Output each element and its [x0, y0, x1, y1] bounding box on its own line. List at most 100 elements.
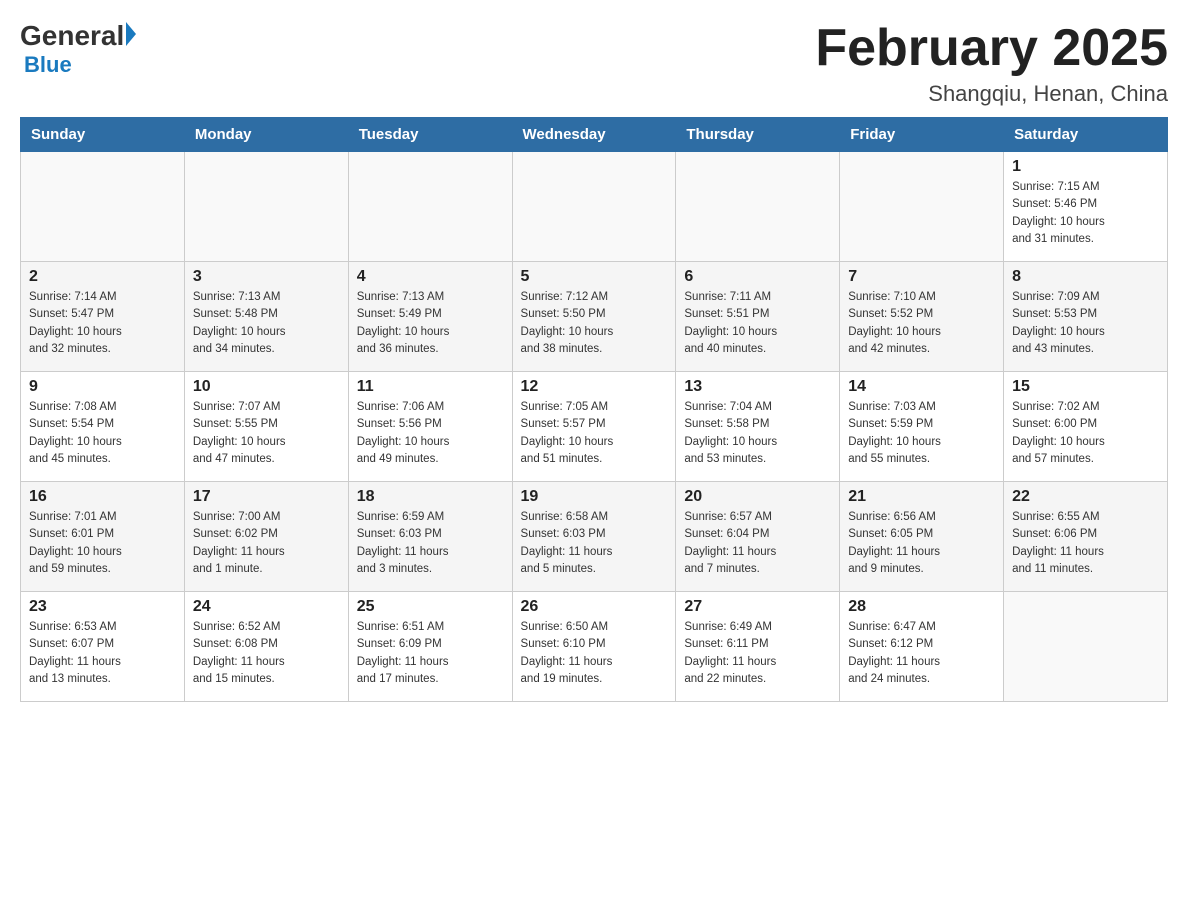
day-info: Sunrise: 7:15 AMSunset: 5:46 PMDaylight:…	[1012, 179, 1159, 248]
weekday-header-sunday: Sunday	[21, 118, 185, 152]
day-number: 26	[521, 598, 668, 616]
day-number: 1	[1012, 158, 1159, 176]
day-info: Sunrise: 7:00 AMSunset: 6:02 PMDaylight:…	[193, 509, 340, 578]
day-info: Sunrise: 7:07 AMSunset: 5:55 PMDaylight:…	[193, 399, 340, 468]
calendar-cell: 20Sunrise: 6:57 AMSunset: 6:04 PMDayligh…	[676, 482, 840, 592]
weekday-header-saturday: Saturday	[1004, 118, 1168, 152]
calendar-cell: 26 Sunrise: 6:50 AMSunset: 6:10 PMDayligh…	[512, 592, 676, 702]
day-number: 13	[684, 378, 831, 396]
calendar-week-row: 23 Sunrise: 6:53 AMSunset: 6:07 PMDayligh…	[21, 592, 1168, 702]
calendar-week-row: 9Sunrise: 7:08 AMSunset: 5:54 PMDaylight…	[21, 372, 1168, 482]
calendar-cell: 3 Sunrise: 7:13 AMSunset: 5:48 PMDaylight…	[184, 262, 348, 372]
day-number: 6	[684, 268, 831, 286]
day-number: 20	[684, 488, 831, 506]
day-number: 25	[357, 598, 504, 616]
calendar-cell	[676, 152, 840, 262]
logo: General Blue	[20, 20, 136, 78]
day-number: 15	[1012, 378, 1159, 396]
day-info: Sunrise: 7:05 AMSunset: 5:57 PMDaylight:…	[521, 399, 668, 468]
day-info: Sunrise: 7:06 AMSunset: 5:56 PMDaylight:…	[357, 399, 504, 468]
day-info: Sunrise: 7:13 AMSunset: 5:49 PMDaylight:…	[357, 289, 504, 358]
calendar-cell: 21 Sunrise: 6:56 AMSunset: 6:05 PMDayligh…	[840, 482, 1004, 592]
calendar-cell: 18 Sunrise: 6:59 AMSunset: 6:03 PMDayligh…	[348, 482, 512, 592]
logo-blue-word: Blue	[24, 52, 72, 78]
day-number: 18	[357, 488, 504, 506]
calendar-cell: 19 Sunrise: 6:58 AMSunset: 6:03 PMDayligh…	[512, 482, 676, 592]
day-info: Sunrise: 6:50 AMSunset: 6:10 PMDaylight:…	[521, 619, 668, 688]
calendar-cell	[184, 152, 348, 262]
calendar-cell: 16 Sunrise: 7:01 AMSunset: 6:01 PMDayligh…	[21, 482, 185, 592]
day-number: 21	[848, 488, 995, 506]
day-info: Sunrise: 6:53 AMSunset: 6:07 PMDaylight:…	[29, 619, 176, 688]
weekday-header-wednesday: Wednesday	[512, 118, 676, 152]
day-number: 11	[357, 378, 504, 396]
day-info: Sunrise: 7:13 AMSunset: 5:48 PMDaylight:…	[193, 289, 340, 358]
weekday-header-friday: Friday	[840, 118, 1004, 152]
calendar-cell: 10 Sunrise: 7:07 AMSunset: 5:55 PMDayligh…	[184, 372, 348, 482]
day-info: Sunrise: 6:59 AMSunset: 6:03 PMDaylight:…	[357, 509, 504, 578]
title-section: February 2025 Shangqiu, Henan, China	[815, 20, 1168, 107]
calendar-week-row: 16 Sunrise: 7:01 AMSunset: 6:01 PMDayligh…	[21, 482, 1168, 592]
calendar-week-row: 2Sunrise: 7:14 AMSunset: 5:47 PMDaylight…	[21, 262, 1168, 372]
calendar-table: SundayMondayTuesdayWednesdayThursdayFrid…	[20, 117, 1168, 702]
day-info: Sunrise: 6:58 AMSunset: 6:03 PMDaylight:…	[521, 509, 668, 578]
weekday-header-thursday: Thursday	[676, 118, 840, 152]
day-info: Sunrise: 6:52 AMSunset: 6:08 PMDaylight:…	[193, 619, 340, 688]
day-number: 10	[193, 378, 340, 396]
day-number: 3	[193, 268, 340, 286]
calendar-cell: 17 Sunrise: 7:00 AMSunset: 6:02 PMDayligh…	[184, 482, 348, 592]
calendar-cell	[348, 152, 512, 262]
day-number: 7	[848, 268, 995, 286]
calendar-cell: 13 Sunrise: 7:04 AMSunset: 5:58 PMDayligh…	[676, 372, 840, 482]
day-number: 4	[357, 268, 504, 286]
day-info: Sunrise: 7:09 AMSunset: 5:53 PMDaylight:…	[1012, 289, 1159, 358]
day-number: 16	[29, 488, 176, 506]
calendar-cell: 11 Sunrise: 7:06 AMSunset: 5:56 PMDayligh…	[348, 372, 512, 482]
calendar-cell: 22 Sunrise: 6:55 AMSunset: 6:06 PMDayligh…	[1004, 482, 1168, 592]
calendar-cell: 12 Sunrise: 7:05 AMSunset: 5:57 PMDayligh…	[512, 372, 676, 482]
day-number: 27	[684, 598, 831, 616]
day-number: 14	[848, 378, 995, 396]
calendar-cell: 24 Sunrise: 6:52 AMSunset: 6:08 PMDayligh…	[184, 592, 348, 702]
day-info: Sunrise: 7:04 AMSunset: 5:58 PMDaylight:…	[684, 399, 831, 468]
calendar-cell	[21, 152, 185, 262]
weekday-header-monday: Monday	[184, 118, 348, 152]
day-info: Sunrise: 7:01 AMSunset: 6:01 PMDaylight:…	[29, 509, 176, 578]
calendar-cell	[1004, 592, 1168, 702]
day-info: Sunrise: 6:56 AMSunset: 6:05 PMDaylight:…	[848, 509, 995, 578]
calendar-cell: 28 Sunrise: 6:47 AMSunset: 6:12 PMDayligh…	[840, 592, 1004, 702]
day-number: 24	[193, 598, 340, 616]
calendar-cell: 1 Sunrise: 7:15 AMSunset: 5:46 PMDaylight…	[1004, 152, 1168, 262]
logo-general-word: General	[20, 20, 124, 52]
calendar-cell: 25Sunrise: 6:51 AMSunset: 6:09 PMDayligh…	[348, 592, 512, 702]
calendar-cell: 7 Sunrise: 7:10 AMSunset: 5:52 PMDaylight…	[840, 262, 1004, 372]
calendar-cell: 5Sunrise: 7:12 AMSunset: 5:50 PMDaylight…	[512, 262, 676, 372]
calendar-cell: 23 Sunrise: 6:53 AMSunset: 6:07 PMDayligh…	[21, 592, 185, 702]
calendar-cell: 4 Sunrise: 7:13 AMSunset: 5:49 PMDaylight…	[348, 262, 512, 372]
day-number: 8	[1012, 268, 1159, 286]
day-info: Sunrise: 7:02 AMSunset: 6:00 PMDaylight:…	[1012, 399, 1159, 468]
calendar-cell: 2Sunrise: 7:14 AMSunset: 5:47 PMDaylight…	[21, 262, 185, 372]
calendar-cell	[840, 152, 1004, 262]
calendar-cell: 8 Sunrise: 7:09 AMSunset: 5:53 PMDaylight…	[1004, 262, 1168, 372]
day-number: 12	[521, 378, 668, 396]
calendar-cell: 27Sunrise: 6:49 AMSunset: 6:11 PMDayligh…	[676, 592, 840, 702]
calendar-cell	[512, 152, 676, 262]
weekday-header-tuesday: Tuesday	[348, 118, 512, 152]
location-subtitle: Shangqiu, Henan, China	[815, 81, 1168, 107]
calendar-week-row: 1 Sunrise: 7:15 AMSunset: 5:46 PMDaylight…	[21, 152, 1168, 262]
day-number: 23	[29, 598, 176, 616]
day-number: 28	[848, 598, 995, 616]
day-info: Sunrise: 6:47 AMSunset: 6:12 PMDaylight:…	[848, 619, 995, 688]
day-number: 17	[193, 488, 340, 506]
day-info: Sunrise: 6:55 AMSunset: 6:06 PMDaylight:…	[1012, 509, 1159, 578]
calendar-cell: 15 Sunrise: 7:02 AMSunset: 6:00 PMDayligh…	[1004, 372, 1168, 482]
day-number: 5	[521, 268, 668, 286]
month-title: February 2025	[815, 20, 1168, 77]
logo-triangle-icon	[126, 22, 136, 46]
day-info: Sunrise: 7:10 AMSunset: 5:52 PMDaylight:…	[848, 289, 995, 358]
day-number: 19	[521, 488, 668, 506]
calendar-cell: 9Sunrise: 7:08 AMSunset: 5:54 PMDaylight…	[21, 372, 185, 482]
day-number: 22	[1012, 488, 1159, 506]
calendar-cell: 6Sunrise: 7:11 AMSunset: 5:51 PMDaylight…	[676, 262, 840, 372]
